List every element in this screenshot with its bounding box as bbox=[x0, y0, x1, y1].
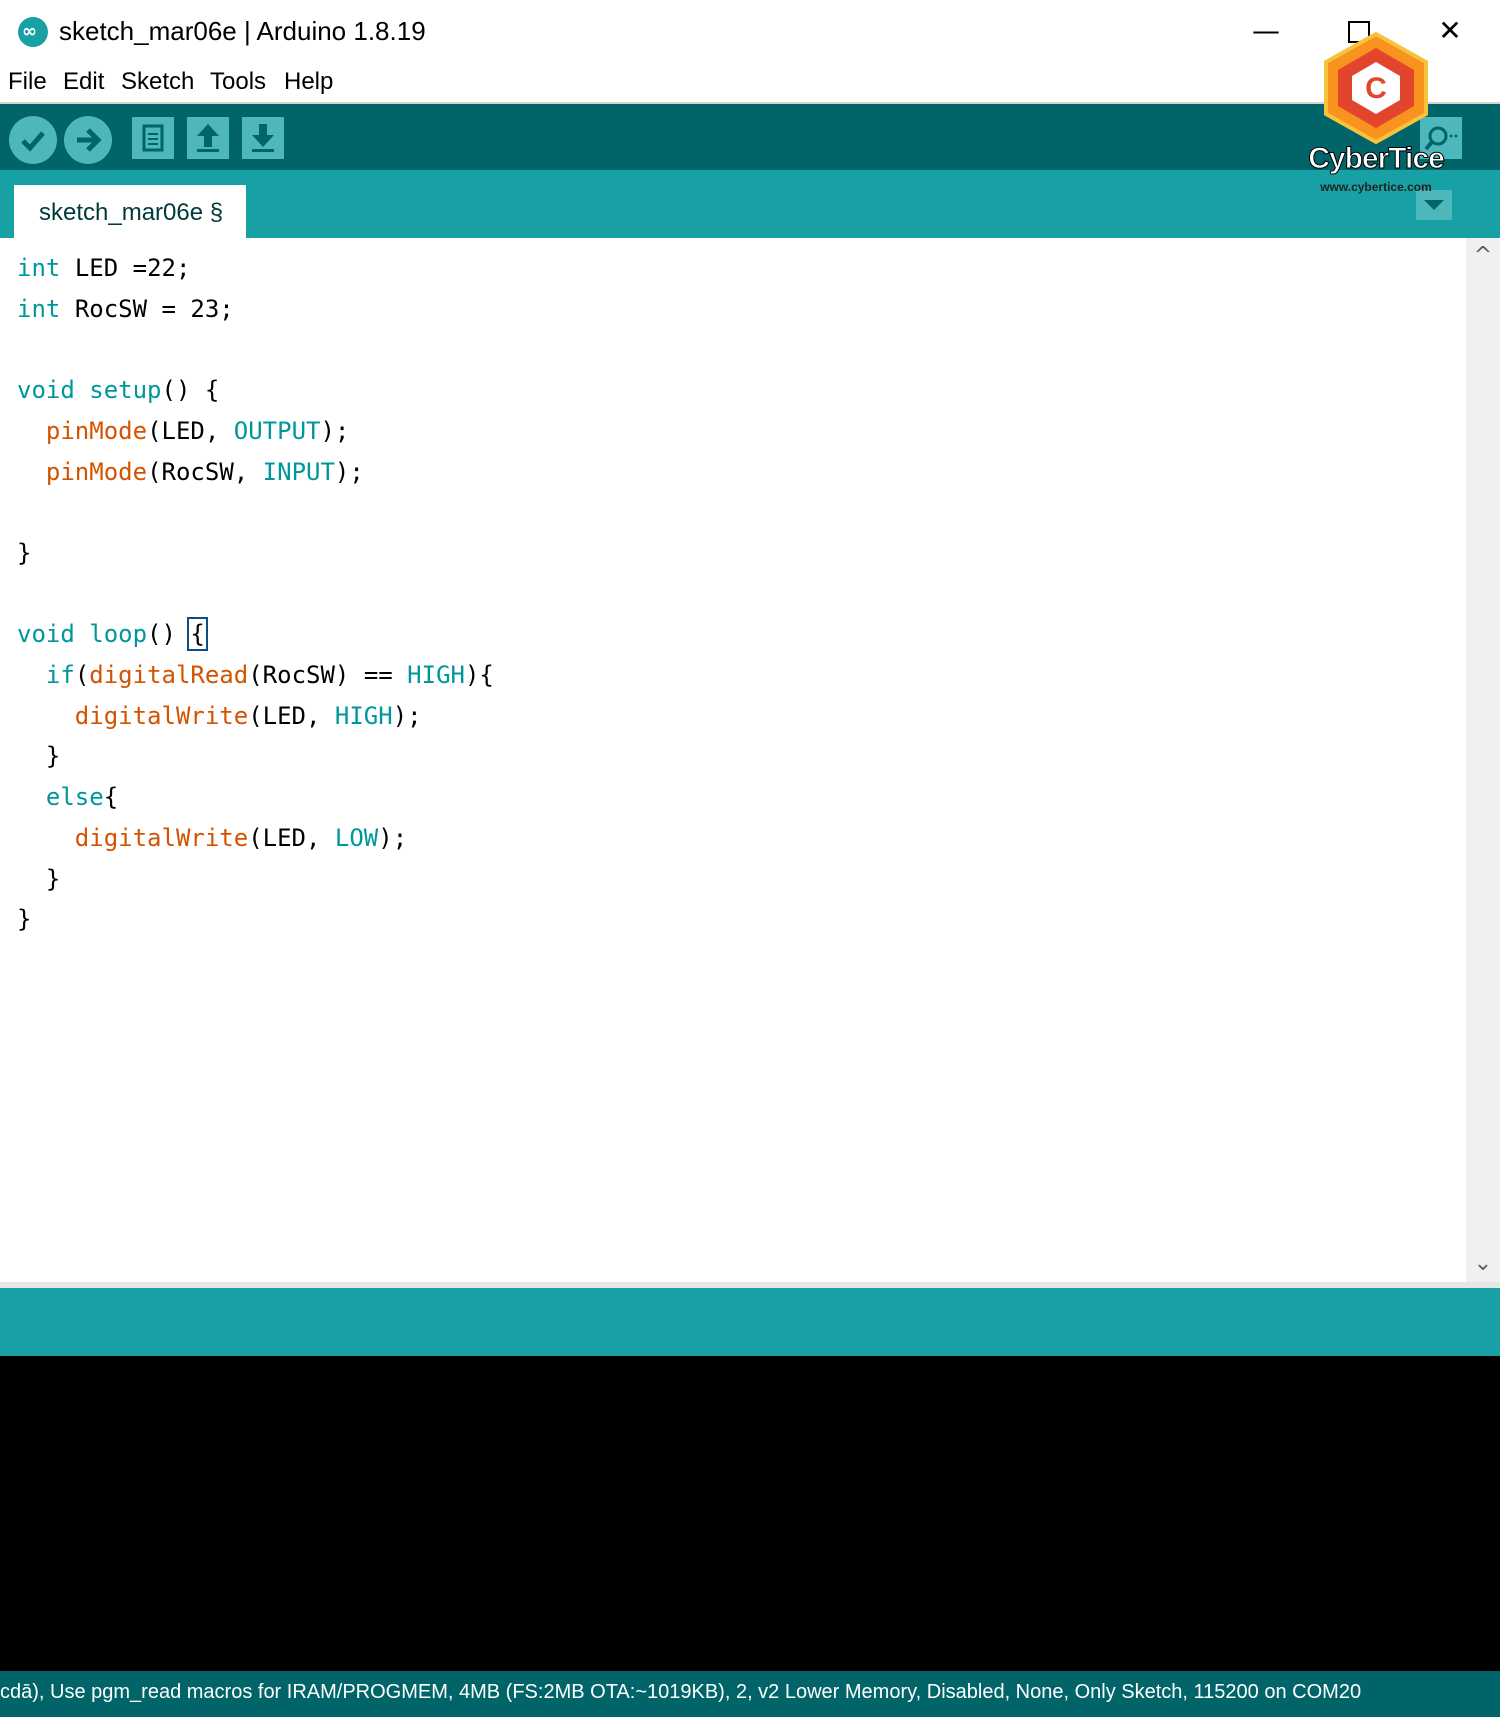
code-line: digitalWrite(LED, LOW); bbox=[74, 823, 408, 852]
minimize-icon: — bbox=[1252, 14, 1280, 47]
tab-sketch[interactable]: sketch_mar06e § bbox=[14, 185, 246, 238]
code-line: void loop() { bbox=[17, 617, 208, 652]
menu-bar: File Edit Sketch Tools Help bbox=[0, 62, 1500, 104]
code-editor[interactable]: int LED =22; int RocSW = 23; void setup()… bbox=[0, 238, 1466, 1282]
arduino-logo-icon: ∞ bbox=[18, 17, 48, 47]
code-content: int LED =22; int RocSW = 23; void setup()… bbox=[17, 248, 494, 940]
verify-button[interactable] bbox=[9, 116, 57, 164]
code-line: void setup() { bbox=[17, 376, 220, 405]
code-line: int RocSW = 23; bbox=[17, 294, 234, 323]
upload-icon bbox=[77, 128, 102, 152]
menu-tools[interactable]: Tools bbox=[210, 68, 266, 96]
logo-name: CyberTice bbox=[1308, 142, 1446, 176]
new-button[interactable] bbox=[132, 117, 174, 159]
message-area bbox=[0, 1288, 1500, 1356]
menu-help[interactable]: Help bbox=[284, 68, 333, 96]
toolbar bbox=[0, 104, 1500, 170]
code-line: } bbox=[17, 864, 61, 893]
code-line: } bbox=[17, 538, 32, 567]
title-bar: ∞ sketch_mar06e | Arduino 1.8.19 — ✕ bbox=[0, 0, 1500, 62]
arduino-ide-window: ∞ sketch_mar06e | Arduino 1.8.19 — ✕ Fil… bbox=[0, 0, 1500, 1717]
status-bar: cdā), Use pgm_read macros for IRAM/PROGM… bbox=[0, 1671, 1500, 1717]
tab-label: sketch_mar06e § bbox=[39, 199, 224, 226]
code-line: digitalWrite(LED, HIGH); bbox=[74, 701, 422, 730]
logo-url: www.cybertice.com bbox=[1320, 180, 1432, 194]
scroll-up-icon[interactable]: ^ bbox=[1466, 238, 1500, 274]
code-line: int LED =22; bbox=[17, 254, 191, 282]
upload-button[interactable] bbox=[64, 116, 112, 164]
logo-letter: C bbox=[1365, 72, 1387, 105]
board-status-text: cdā), Use pgm_read macros for IRAM/PROGM… bbox=[0, 1681, 1362, 1703]
new-icon bbox=[142, 124, 164, 152]
code-line: } bbox=[17, 742, 61, 771]
menu-edit[interactable]: Edit bbox=[63, 68, 104, 96]
code-line: pinMode(RocSW, INPUT); bbox=[45, 457, 364, 486]
code-line: else{ bbox=[45, 783, 119, 812]
tab-bar: sketch_mar06e § bbox=[0, 170, 1500, 238]
open-icon bbox=[197, 124, 219, 152]
verify-icon bbox=[21, 131, 45, 152]
code-line: if(digitalRead(RocSW) == HIGH){ bbox=[45, 661, 494, 690]
menu-file[interactable]: File bbox=[8, 68, 47, 96]
output-console[interactable] bbox=[0, 1356, 1500, 1671]
save-icon bbox=[252, 124, 274, 152]
cybertice-watermark: C CyberTice www.cybertice.com bbox=[1296, 32, 1456, 204]
cybertice-logo-icon: C bbox=[1324, 32, 1428, 144]
code-line: pinMode(LED, OUTPUT); bbox=[45, 416, 350, 445]
open-button[interactable] bbox=[187, 117, 229, 159]
window-title: sketch_mar06e | Arduino 1.8.19 bbox=[59, 16, 426, 46]
scroll-down-icon[interactable]: ⌄ bbox=[1466, 1246, 1500, 1282]
text-cursor: { bbox=[187, 617, 208, 652]
menu-sketch[interactable]: Sketch bbox=[121, 68, 194, 96]
vertical-scrollbar[interactable]: ^ ⌄ bbox=[1466, 238, 1500, 1282]
minimize-button[interactable]: — bbox=[1244, 10, 1288, 52]
code-line: } bbox=[17, 905, 32, 934]
save-button[interactable] bbox=[242, 117, 284, 159]
